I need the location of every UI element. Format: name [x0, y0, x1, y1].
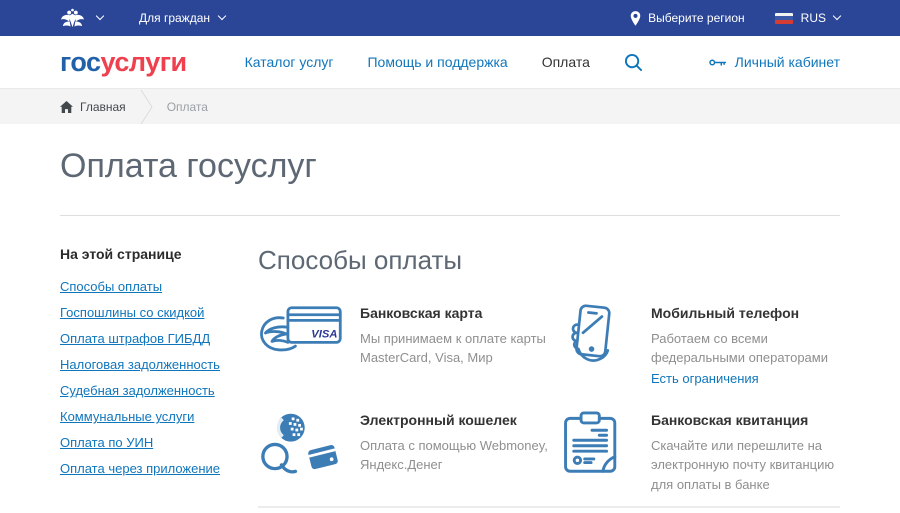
- restrictions-link[interactable]: Есть ограничения: [651, 371, 759, 386]
- sidebar-link-payment-methods[interactable]: Способы оплаты: [60, 279, 258, 294]
- mobile-phone-icon: [549, 303, 635, 368]
- method-description: Работаем со всеми федеральными оператора…: [651, 329, 840, 368]
- page-title: Оплата госуслуг: [60, 148, 840, 185]
- method-title: Банковская карта: [360, 305, 549, 321]
- sidebar-link-discounted-duties[interactable]: Госпошлины со скидкой: [60, 305, 258, 320]
- breadcrumb-current: Оплата: [167, 100, 208, 114]
- payment-method-e-wallet: Электронный кошелек Оплата с помощью Web…: [258, 410, 549, 495]
- logo-text-blue: гос: [60, 47, 101, 77]
- location-pin-icon: [630, 11, 641, 26]
- sidebar-link-app-payment[interactable]: Оплата через приложение: [60, 461, 258, 476]
- section-title: Способы оплаты: [258, 246, 840, 275]
- breadcrumb-home-label: Главная: [80, 100, 126, 114]
- method-title: Электронный кошелек: [360, 412, 549, 428]
- method-title: Банковская квитанция: [651, 412, 840, 428]
- personal-account-link[interactable]: Личный кабинет: [709, 54, 840, 70]
- svg-text:VISA: VISA: [311, 329, 337, 341]
- on-this-page-nav: На этой странице Способы оплаты Госпошли…: [60, 246, 258, 508]
- nav-help[interactable]: Помощь и поддержка: [367, 54, 507, 70]
- nav-payment[interactable]: Оплата: [542, 54, 590, 70]
- chevron-down-icon: [218, 12, 226, 20]
- bank-receipt-icon: [549, 410, 635, 476]
- main-header: госуслуги Каталог услуг Помощь и поддерж…: [0, 36, 900, 88]
- breadcrumb-home[interactable]: Главная: [60, 100, 126, 114]
- key-icon: [709, 58, 727, 67]
- payment-method-bank-receipt: Банковская квитанция Скачайте или перешл…: [549, 410, 840, 495]
- topbar: Для граждан Выберите регион RUS: [0, 0, 900, 36]
- main-content: Способы оплаты: [258, 246, 840, 508]
- chevron-down-icon[interactable]: [96, 12, 104, 20]
- chevron-down-icon: [833, 12, 841, 20]
- region-selector[interactable]: Выберите регион: [630, 11, 745, 26]
- method-description: Скачайте или перешлите на электронную по…: [651, 436, 840, 495]
- audience-selector[interactable]: Для граждан: [139, 11, 225, 25]
- russia-coat-of-arms-icon[interactable]: [60, 8, 85, 29]
- gosuslugi-logo[interactable]: госуслуги: [60, 49, 187, 76]
- e-wallet-icon: [258, 410, 344, 477]
- language-selector[interactable]: RUS: [775, 11, 840, 25]
- method-title: Мобильный телефон: [651, 305, 840, 321]
- logo-text-red: услуги: [101, 47, 187, 77]
- payment-method-mobile-phone: Мобильный телефон Работаем со всеми феде…: [549, 303, 840, 410]
- sidebar-link-uin-payment[interactable]: Оплата по УИН: [60, 435, 258, 450]
- main-nav: Каталог услуг Помощь и поддержка Оплата: [245, 53, 643, 72]
- payment-methods-grid: VISA Банковская карта Мы принимаем к опл…: [258, 303, 840, 495]
- nav-catalog[interactable]: Каталог услуг: [245, 54, 334, 70]
- sidebar-link-court-debt[interactable]: Судебная задолженность: [60, 383, 258, 398]
- title-divider: [60, 215, 840, 216]
- method-description: Оплата с помощью Webmoney, Яндекс.Денег: [360, 436, 549, 475]
- account-label: Личный кабинет: [735, 54, 840, 70]
- sidebar-heading: На этой странице: [60, 246, 258, 262]
- language-label: RUS: [801, 11, 826, 25]
- sidebar-link-tax-debt[interactable]: Налоговая задолженность: [60, 357, 258, 372]
- sidebar-link-utilities[interactable]: Коммунальные услуги: [60, 409, 258, 424]
- search-icon[interactable]: [624, 53, 643, 72]
- breadcrumb-separator-icon: [140, 90, 153, 124]
- audience-label: Для граждан: [139, 11, 210, 25]
- payment-method-bank-card: VISA Банковская карта Мы принимаем к опл…: [258, 303, 549, 410]
- bank-card-icon: VISA: [258, 303, 344, 363]
- sidebar-link-traffic-fines[interactable]: Оплата штрафов ГИБДД: [60, 331, 258, 346]
- gosuslugi-page: Для граждан Выберите регион RUS: [0, 0, 900, 508]
- home-icon: [60, 101, 73, 113]
- breadcrumb: Главная Оплата: [0, 88, 900, 124]
- section-divider: [258, 506, 840, 508]
- region-label: Выберите регион: [648, 11, 745, 25]
- russia-flag-icon: [775, 13, 793, 24]
- method-description: Мы принимаем к оплате карты MasterCard, …: [360, 329, 549, 368]
